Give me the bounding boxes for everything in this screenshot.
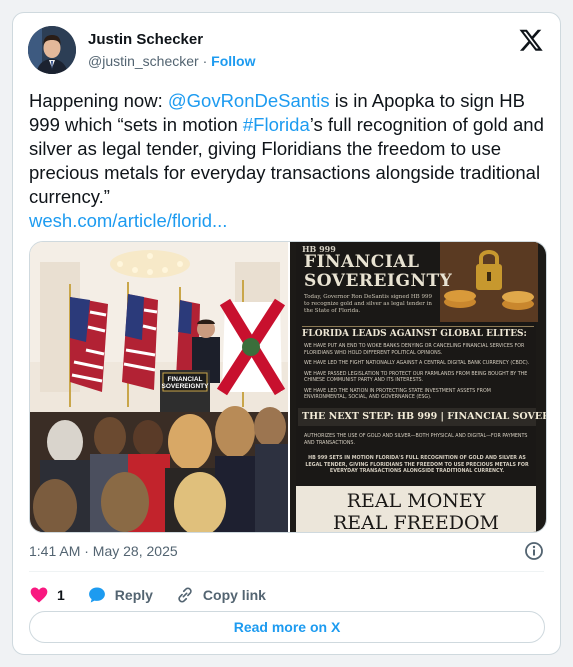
- copy-link-button[interactable]: Copy link: [175, 585, 266, 605]
- mention-link[interactable]: @GovRonDeSantis: [168, 90, 330, 111]
- flyer-photo[interactable]: HB 999 FINANCIAL SOVEREIGNTY Today, Gove…: [290, 242, 546, 533]
- separator-dot: ·: [202, 53, 208, 69]
- article-link[interactable]: wesh.com/article/florid...: [29, 210, 227, 231]
- link-icon: [178, 587, 192, 603]
- tweet-card: Justin Schecker @justin_schecker · Follo…: [12, 12, 561, 655]
- divider: [29, 571, 544, 572]
- follow-button[interactable]: Follow: [211, 53, 255, 69]
- podium-sign-line: SOVEREIGNTY: [162, 383, 210, 390]
- hashtag-link[interactable]: #Florida: [243, 114, 310, 135]
- flyer-bullet: WE HAVE LED THE FIGHT NATIONALLY AGAINST…: [304, 361, 530, 366]
- avatar[interactable]: [28, 26, 76, 74]
- podium-sign-line: FINANCIAL: [167, 376, 202, 383]
- action-bar: 1 Reply Copy link: [29, 583, 288, 607]
- flyer-bullet: WE HAVE PUT AN END TO WOKE BANKS DENYING…: [304, 344, 525, 356]
- like-button[interactable]: 1: [29, 585, 65, 605]
- flyer-title-line: SOVEREIGNTY: [304, 271, 453, 291]
- media-gallery: FINANCIAL SOVEREIGNTY HB 999 FINANCIAL S…: [29, 241, 547, 533]
- flyer-section-heading: THE NEXT STEP: HB 999 | FINANCIAL SOVERE…: [298, 408, 546, 426]
- author-handle[interactable]: @justin_schecker: [88, 53, 199, 69]
- copy-link-label: Copy link: [202, 587, 266, 603]
- flyer-footer-line: REAL MONEY: [346, 490, 486, 512]
- flyer-bullet: WE HAVE PASSED LEGISLATION TO PROTECT OU…: [304, 371, 528, 384]
- tweet-text-segment: Happening now:: [29, 90, 168, 111]
- author-name[interactable]: Justin Schecker: [88, 31, 203, 48]
- reply-label: Reply: [114, 587, 153, 603]
- flyer-bullet: AUTHORIZES THE USE OF GOLD AND SILVER—BO…: [304, 434, 528, 446]
- flyer-title-line: FINANCIAL: [304, 252, 420, 272]
- x-logo-icon[interactable]: [518, 27, 544, 53]
- reply-button[interactable]: Reply: [87, 585, 153, 605]
- read-more-button[interactable]: Read more on X: [29, 611, 545, 643]
- flyer-intro: Today, Governor Ron DeSantis signed HB 9…: [304, 294, 432, 314]
- heart-icon: [30, 587, 48, 603]
- like-count: 1: [57, 587, 65, 603]
- author-handle-row: @justin_schecker · Follow: [88, 53, 255, 69]
- coins-lock-graphic: [444, 250, 534, 310]
- flyer-closing: HB 999 SETS IN MOTION FLORIDA'S FULL REC…: [305, 456, 529, 474]
- flyer-section-heading: FLORIDA LEADS AGAINST GLOBAL ELITES:: [302, 326, 534, 339]
- flyer-footer-line: REAL FREEDOM: [332, 512, 500, 533]
- press-conference-photo[interactable]: FINANCIAL SOVEREIGNTY: [30, 242, 288, 532]
- reply-bubble-icon: [88, 587, 105, 603]
- info-icon[interactable]: [524, 541, 544, 561]
- flyer-bullet: WE HAVE LED THE NATION IN PROTECTING STA…: [304, 388, 491, 401]
- tweet-text: Happening now: @GovRonDeSantis is in Apo…: [29, 89, 547, 233]
- tweet-timestamp[interactable]: 1:41 AM · May 28, 2025: [29, 543, 178, 559]
